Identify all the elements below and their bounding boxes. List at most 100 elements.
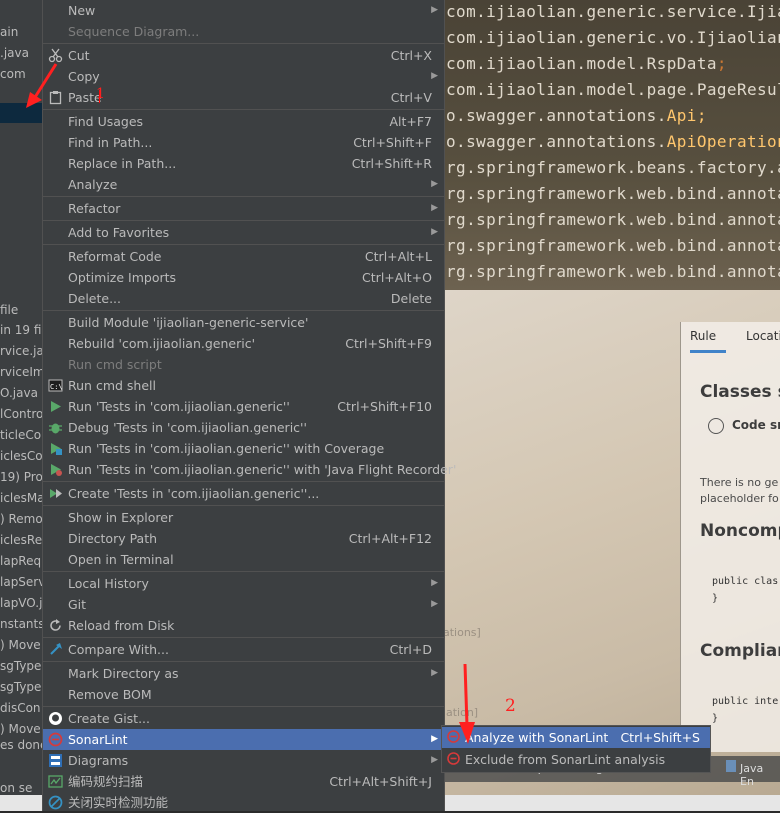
menu-item-build-module-ijiaolian-generic-service[interactable]: Build Module 'ijiaolian-generic-service' [43, 312, 444, 333]
menu-item-rebuild-com-ijiaolian-generic[interactable]: Rebuild 'com.ijiaolian.generic' Ctrl+Shif… [43, 333, 444, 354]
tree-item[interactable]: rviceIm [0, 362, 42, 382]
tree-item[interactable]: file [0, 300, 42, 320]
menu-item-shortcut: Ctrl+Alt+O [362, 270, 432, 285]
tree-item[interactable]: sgType [0, 656, 42, 676]
menu-item-delete[interactable]: Delete... Delete [43, 288, 444, 309]
tree-item[interactable]: in 19 fi [0, 320, 42, 340]
menu-item-find-in-path[interactable]: Find in Path... Ctrl+Shift+F [43, 132, 444, 153]
menu-item-label: Analyze with SonarLint [465, 730, 609, 745]
menu-item-compare-with[interactable]: Compare With... Ctrl+D [43, 639, 444, 660]
tree-item[interactable]: iclesMa [0, 488, 42, 508]
menu-item-directory-path[interactable]: Directory Path Ctrl+Alt+F12 [43, 528, 444, 549]
menu-item-run-tests-in-com-ijiaolian-generic-with-coverage[interactable]: Run 'Tests in 'com.ijiaolian.generic'' w… [43, 438, 444, 459]
menu-item-refactor[interactable]: Refactor ▶ [43, 198, 444, 219]
annotation-arrow-2 [459, 663, 475, 744]
tree-item[interactable]: iclesCo [0, 446, 42, 466]
tree-item[interactable]: lContro [0, 404, 42, 424]
tree-item[interactable]: ticleCor [0, 425, 42, 445]
menu-item-run-cmd-shell[interactable]: C:\ Run cmd shell [43, 375, 444, 396]
menu-item-label: Run 'Tests in 'com.ijiaolian.generic'' [68, 399, 290, 414]
menu-item-sequence-diagram[interactable]: Sequence Diagram... [43, 21, 444, 42]
menu-item-git[interactable]: Git ▶ [43, 594, 444, 615]
tree-item[interactable]: sgTypel [0, 677, 42, 697]
menu-item-find-usages[interactable]: Find Usages Alt+F7 [43, 111, 444, 132]
menu-item-label: Copy [68, 69, 100, 84]
menu-item-item-36[interactable]: 关闭实时检测功能 [43, 792, 444, 813]
menu-separator [43, 196, 444, 197]
tree-item[interactable]: 19) Prov [0, 467, 42, 487]
code-line: o.swagger.annotations.Api; [446, 106, 707, 125]
menu-item-shortcut: Alt+F7 [389, 114, 432, 129]
menu-item-show-in-explorer[interactable]: Show in Explorer [43, 507, 444, 528]
menu-item-label: Show in Explorer [68, 510, 174, 525]
svg-text:C:\: C:\ [50, 383, 63, 391]
menu-item-replace-in-path[interactable]: Replace in Path... Ctrl+Shift+R [43, 153, 444, 174]
menu-separator [43, 481, 444, 482]
tab-rule[interactable]: Rule [690, 322, 726, 353]
code-text: com.ijiaolian.generic.service.Ijiao [446, 2, 780, 21]
menu-item-reformat-code[interactable]: Reformat Code Ctrl+Alt+L [43, 246, 444, 267]
tree-item[interactable]: ain [0, 22, 42, 42]
noncompliant-heading: Noncomp [700, 521, 780, 541]
tree-item[interactable]: es done [0, 735, 42, 755]
menu-item-mark-directory-as[interactable]: Mark Directory as ▶ [43, 663, 444, 684]
tree-item[interactable]: lapVO.j [0, 593, 42, 613]
code-text: com.ijiaolian.generic.vo.IjiaolianA [446, 28, 780, 47]
menu-item-debug-tests-in-com-ijiaolian-generic[interactable]: Debug 'Tests in 'com.ijiaolian.generic'' [43, 417, 444, 438]
tree-item[interactable]: ) Remo [0, 509, 42, 529]
menu-item-item-35[interactable]: 编码规约扫描 Ctrl+Alt+Shift+J [43, 771, 444, 792]
menu-item-new[interactable]: New ▶ [43, 0, 444, 21]
menu-item-run-tests-in-com-ijiaolian-generic[interactable]: Run 'Tests in 'com.ijiaolian.generic'' Ct… [43, 396, 444, 417]
menu-item-label: Diagrams [68, 753, 129, 768]
code-text: rg.springframework.web.bind.annota [446, 184, 780, 203]
code-text: o.swagger.annotations. [446, 132, 667, 151]
menu-item-label: 编码规约扫描 [68, 774, 144, 789]
code-text: rg.springframework.web.bind.annota [446, 262, 780, 281]
menu-item-optimize-imports[interactable]: Optimize Imports Ctrl+Alt+O [43, 267, 444, 288]
code-line: rg.springframework.web.bind.annota [446, 210, 780, 229]
tree-item[interactable]: lapRequ [0, 551, 42, 571]
menu-item-copy[interactable]: Copy ▶ [43, 66, 444, 87]
menu-item-run-cmd-script[interactable]: Run cmd script [43, 354, 444, 375]
menu-item-remove-bom[interactable]: Remove BOM [43, 684, 444, 705]
tree-item[interactable]: O.java [0, 383, 42, 403]
code-text: o.swagger.annotations. [446, 106, 667, 125]
tree-item[interactable]: disCon [0, 698, 42, 718]
menu-item-analyze[interactable]: Analyze ▶ [43, 174, 444, 195]
tree-item[interactable]: on se [0, 778, 42, 798]
menu-item-create-tests-in-com-ijiaolian-generic[interactable]: Create 'Tests in 'com.ijiaolian.generic'… [43, 483, 444, 504]
menu-item-shortcut: Ctrl+Shift+F [353, 135, 432, 150]
annotation-number-1: 1 [96, 86, 105, 102]
menu-item-label: Sequence Diagram... [68, 24, 200, 39]
menu-separator [43, 505, 444, 506]
menu-item-exclude-from-sonarlint[interactable]: Exclude from SonarLint analysis [442, 749, 710, 770]
menu-item-sonarlint[interactable]: SonarLint ▶ [43, 729, 444, 750]
code-text: rg.springframework.web.bind.annota [446, 210, 780, 229]
menu-item-local-history[interactable]: Local History ▶ [43, 573, 444, 594]
tree-item[interactable]: nstants [0, 614, 42, 634]
menu-item-label: Reload from Disk [68, 618, 175, 633]
menu-item-add-to-favorites[interactable]: Add to Favorites ▶ [43, 222, 444, 243]
tree-item[interactable]: lapServ [0, 572, 42, 592]
menu-item-shortcut: Ctrl+Alt+L [364, 249, 432, 264]
menu-item-open-in-terminal[interactable]: Open in Terminal [43, 549, 444, 570]
menu-item-create-gist[interactable]: Create Gist... [43, 708, 444, 729]
tree-item[interactable]: rvice.jav [0, 341, 42, 361]
code-text: rg.springframework.web.bind.annota [446, 236, 780, 255]
sonarlint-icon [447, 752, 460, 765]
tree-item[interactable]: ) Move [0, 635, 42, 655]
menu-item-label: Reformat Code [68, 249, 162, 264]
menu-item-run-tests-in-com-ijiaolian-generic-with-java-flight-recorder[interactable]: Run 'Tests in 'com.ijiaolian.generic'' w… [43, 459, 456, 480]
menu-item-reload-from-disk[interactable]: Reload from Disk [43, 615, 444, 636]
context-menu: New ▶ Sequence Diagram... Cut Ctrl+X Copy ▶ Pas… [42, 0, 456, 813]
toolbar-item-java-enterprise[interactable]: Java En [740, 762, 780, 788]
menu-item-shortcut: Ctrl+Shift+S [620, 730, 700, 745]
code-text: rg.springframework.beans.factory.a [446, 158, 780, 177]
tab-locations[interactable]: Locati [746, 322, 780, 350]
menu-item-diagrams[interactable]: Diagrams ▶ [43, 750, 444, 771]
menu-item-cut[interactable]: Cut Ctrl+X [43, 45, 444, 66]
menu-item-label: Find Usages [68, 114, 144, 129]
menu-item-analyze-with-sonarlint[interactable]: Analyze with SonarLint Ctrl+Shift+S [442, 727, 710, 748]
tree-item[interactable]: iclesRe [0, 530, 42, 550]
create-test-icon [50, 489, 62, 498]
